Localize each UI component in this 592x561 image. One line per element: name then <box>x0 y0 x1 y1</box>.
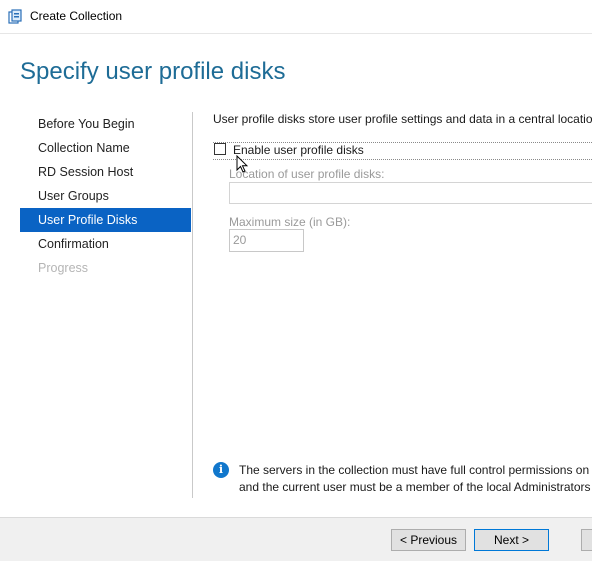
max-size-input[interactable]: 20 <box>229 229 304 252</box>
info-text-line-1: The servers in the collection must have … <box>239 463 592 477</box>
info-text-line-2: and the current user must be a member of… <box>239 480 591 494</box>
content-panel: User profile disks store user profile se… <box>213 110 592 510</box>
next-button[interactable]: Next > <box>474 529 549 551</box>
description-text: User profile disks store user profile se… <box>213 112 592 126</box>
nav-item-user-profile-disks[interactable]: User Profile Disks <box>20 208 191 232</box>
nav-item-before-you-begin[interactable]: Before You Begin <box>20 112 191 136</box>
create-button[interactable] <box>581 529 592 551</box>
window-title: Create Collection <box>30 9 123 23</box>
nav-divider <box>192 112 193 498</box>
title-bar: Create Collection <box>0 0 592 34</box>
enable-upd-checkbox[interactable] <box>214 143 226 155</box>
wizard-footer: < Previous Next > <box>0 517 592 561</box>
nav-item-progress: Progress <box>38 261 89 275</box>
location-label: Location of user profile disks: <box>229 167 385 181</box>
location-input[interactable] <box>229 182 592 204</box>
nav-item-confirmation[interactable]: Confirmation <box>20 232 191 256</box>
nav-item-user-groups[interactable]: User Groups <box>20 184 191 208</box>
mouse-cursor-icon <box>236 155 248 173</box>
enable-upd-label[interactable]: Enable user profile disks <box>233 143 364 157</box>
previous-button[interactable]: < Previous <box>391 529 466 551</box>
nav-item-rd-session-host[interactable]: RD Session Host <box>20 160 191 184</box>
wizard-nav: Before You Begin Collection Name RD Sess… <box>20 112 191 280</box>
info-icon: i <box>213 462 229 478</box>
max-size-label: Maximum size (in GB): <box>229 215 351 229</box>
collection-icon <box>8 9 22 24</box>
nav-item-collection-name[interactable]: Collection Name <box>20 136 191 160</box>
page-title: Specify user profile disks <box>20 58 286 85</box>
